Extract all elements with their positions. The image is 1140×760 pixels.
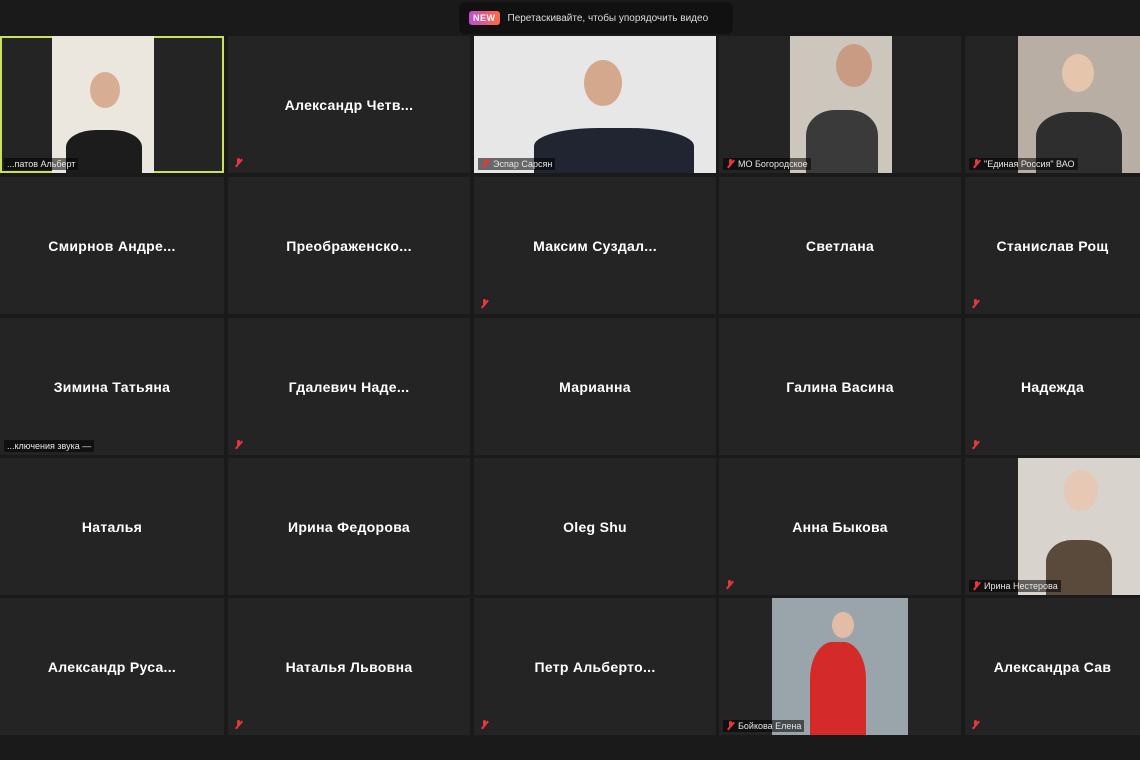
participant-tile[interactable]: Oleg Shu <box>474 458 716 595</box>
mic-muted-icon <box>971 720 980 730</box>
participant-name: Станислав Рощ <box>996 237 1109 254</box>
participant-label-text: МО Богородское <box>738 159 808 169</box>
person-face <box>832 612 854 639</box>
mic-muted-icon <box>726 721 735 731</box>
participant-tile[interactable]: Эспар Сарсян <box>474 36 716 173</box>
participant-tile[interactable]: Марианна <box>474 318 716 455</box>
participant-tile[interactable]: Станислав Рощ <box>965 177 1140 314</box>
mic-muted-icon <box>480 299 489 309</box>
rearrange-hint: NEW Перетаскивайте, чтобы упорядочить ви… <box>459 2 733 34</box>
participant-tile[interactable]: МО Богородское <box>719 36 961 173</box>
participant-label: Бойкова Елена <box>723 720 805 732</box>
participant-tile[interactable]: Максим Суздал... <box>474 177 716 314</box>
person-silhouette <box>534 128 694 173</box>
person-face <box>584 60 622 106</box>
participant-tile[interactable]: Смирнов Андре... <box>0 177 224 314</box>
participant-label-text: ...ключения звука — <box>7 441 92 451</box>
participant-tile[interactable]: Преображенско... <box>228 177 470 314</box>
person-face <box>836 44 872 88</box>
top-bar: NEW Перетаскивайте, чтобы упорядочить ви… <box>0 0 1140 36</box>
participant-tile[interactable]: "Единая Россия" ВАО <box>965 36 1140 173</box>
participant-tile[interactable]: Наталья Львовна <box>228 598 470 735</box>
video-feed <box>772 598 908 735</box>
person-silhouette <box>806 110 878 173</box>
bottom-bar <box>0 739 1140 760</box>
mic-muted-icon <box>481 159 490 169</box>
participant-label: ...патов Альберт <box>4 158 79 170</box>
participant-name: Галина Васина <box>786 378 894 395</box>
participant-label: ...ключения звука — <box>4 440 95 452</box>
participant-tile[interactable]: Александр Четв... <box>228 36 470 173</box>
participant-tile[interactable]: Петр Альберто... <box>474 598 716 735</box>
mic-muted-icon <box>726 159 735 169</box>
participant-name: Надежда <box>1020 378 1085 395</box>
mic-muted-icon <box>971 299 980 309</box>
participant-name: Александра Сав <box>993 658 1112 675</box>
person-face <box>1062 54 1094 93</box>
video-feed <box>1018 458 1140 595</box>
participant-label-text: ...патов Альберт <box>7 159 76 169</box>
mic-muted-icon <box>234 440 243 450</box>
participant-label: Эспар Сарсян <box>478 158 556 170</box>
participant-tile[interactable]: ...патов Альберт <box>0 36 224 173</box>
participant-name: Петр Альберто... <box>534 658 656 675</box>
participant-tile[interactable]: Ирина Федорова <box>228 458 470 595</box>
participant-tile[interactable]: Александр Руса... <box>0 598 224 735</box>
participant-label-text: "Единая Россия" ВАО <box>984 159 1075 169</box>
participant-name: Oleg Shu <box>563 518 627 535</box>
person-face <box>90 72 120 108</box>
person-silhouette <box>810 642 866 735</box>
participants-grid: ...патов Альберт Александр Четв... Эспар С… <box>0 36 1140 739</box>
participant-tile[interactable]: Светлана <box>719 177 961 314</box>
mic-muted-icon <box>972 159 981 169</box>
participant-name: Смирнов Андре... <box>48 237 176 254</box>
participant-tile[interactable]: Бойкова Елена <box>719 598 961 735</box>
participant-name: Зимина Татьяна <box>53 378 171 395</box>
mic-muted-icon <box>972 581 981 591</box>
participant-name: Ирина Федорова <box>287 518 411 535</box>
participant-name: Преображенско... <box>286 237 412 254</box>
participant-label: МО Богородское <box>723 158 811 170</box>
video-feed <box>790 36 892 173</box>
mic-muted-icon <box>480 720 489 730</box>
person-face <box>1064 470 1098 511</box>
participant-tile[interactable]: Ирина Нестерова <box>965 458 1140 595</box>
participant-name: Максим Суздал... <box>533 237 657 254</box>
hint-text: Перетаскивайте, чтобы упорядочить видео <box>507 12 709 24</box>
mic-muted-icon <box>971 440 980 450</box>
participant-label-text: Ирина Нестерова <box>984 581 1058 591</box>
participant-tile[interactable]: Гдалевич Наде... <box>228 318 470 455</box>
video-feed <box>1018 36 1140 173</box>
participant-tile[interactable]: Зимина Татьяна ...ключения звука — <box>0 318 224 455</box>
participant-name: Светлана <box>805 237 875 254</box>
participant-name: Александр Руса... <box>47 658 177 675</box>
participant-tile[interactable]: Надежда <box>965 318 1140 455</box>
new-badge: NEW <box>469 11 500 25</box>
participant-tile[interactable]: Наталья <box>0 458 224 595</box>
mic-muted-icon <box>725 580 734 590</box>
video-feed <box>474 36 716 173</box>
participant-name: Гдалевич Наде... <box>288 378 410 395</box>
participant-name: Наталья Львовна <box>285 658 413 675</box>
participant-label: Ирина Нестерова <box>969 580 1061 592</box>
participant-name: Александр Четв... <box>284 96 414 113</box>
participant-label-text: Эспар Сарсян <box>493 159 553 169</box>
participant-label-text: Бойкова Елена <box>738 721 802 731</box>
participant-name: Анна Быкова <box>792 518 888 535</box>
participant-name: Марианна <box>559 378 631 395</box>
participant-name: Наталья <box>81 518 143 535</box>
mic-muted-icon <box>234 158 243 168</box>
participant-tile[interactable]: Галина Васина <box>719 318 961 455</box>
mic-muted-icon <box>234 720 243 730</box>
participant-tile[interactable]: Анна Быкова <box>719 458 961 595</box>
participant-tile[interactable]: Александра Сав <box>965 598 1140 735</box>
video-feed <box>52 36 154 173</box>
participant-label: "Единая Россия" ВАО <box>969 158 1078 170</box>
